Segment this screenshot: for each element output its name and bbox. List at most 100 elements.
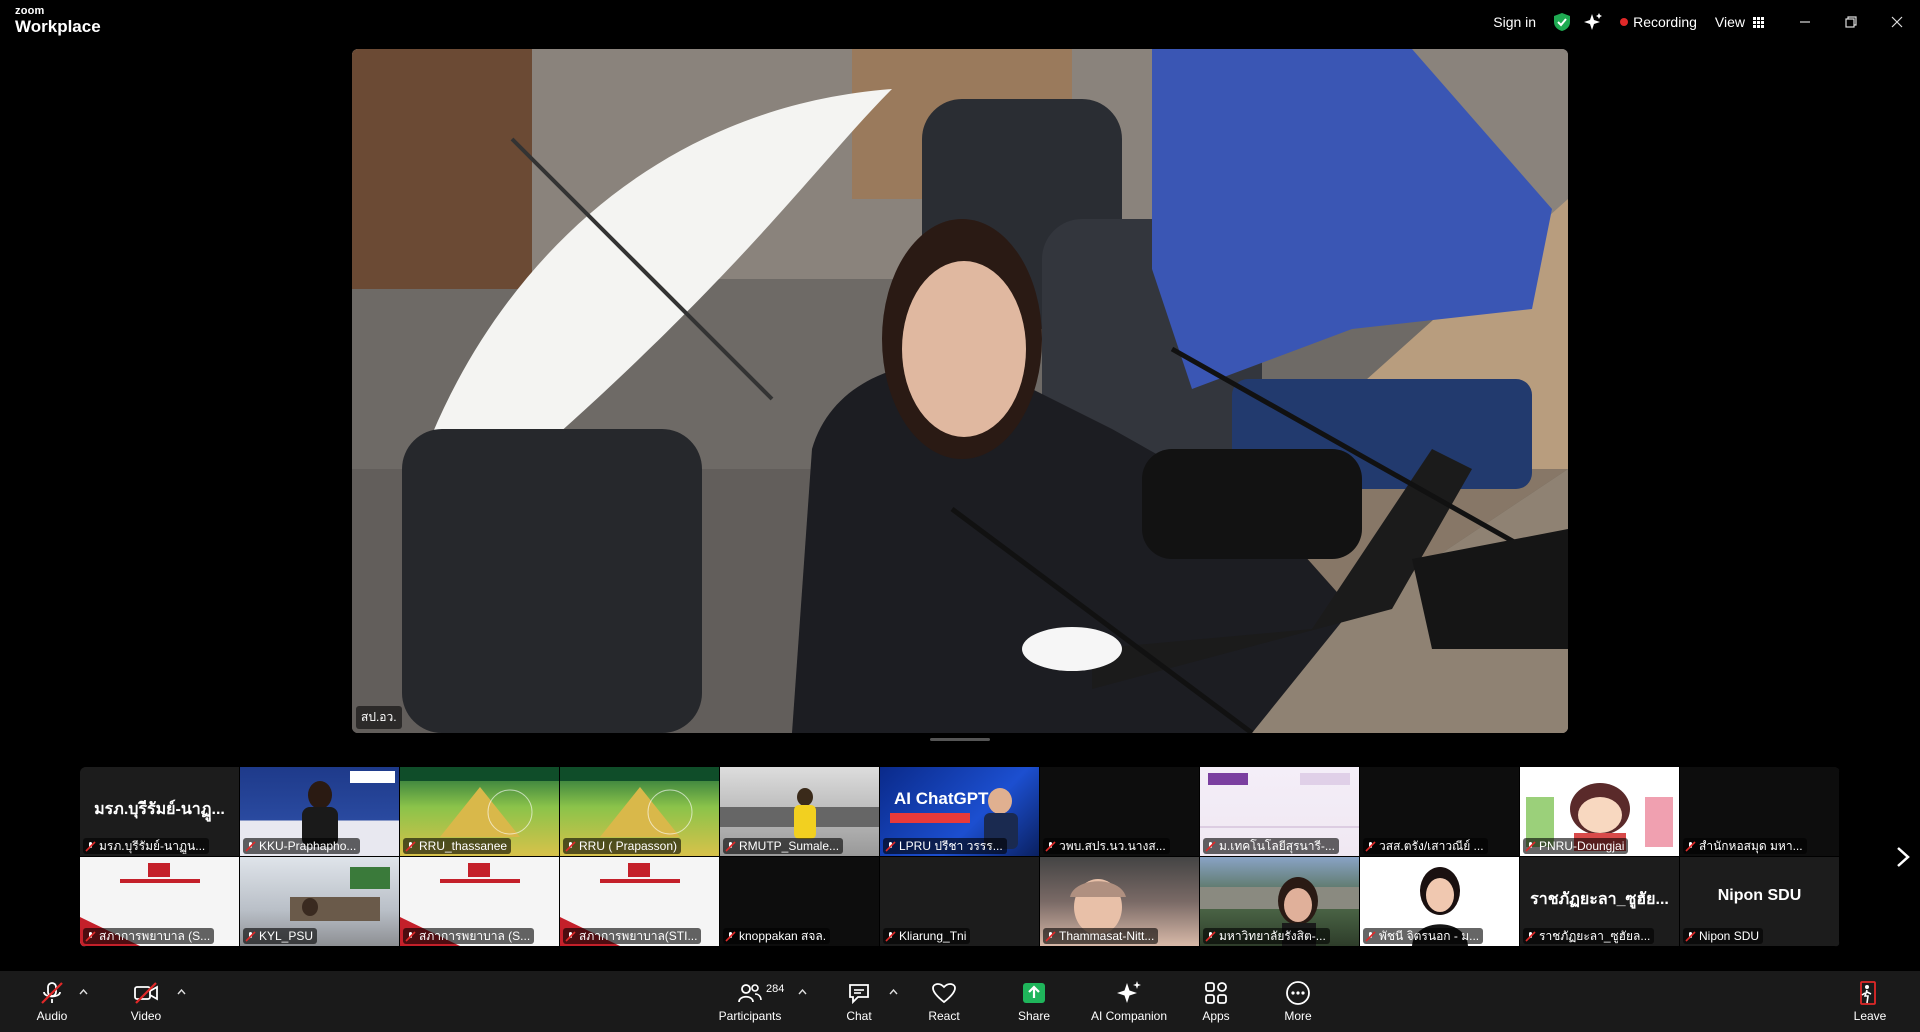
mic-muted-icon	[725, 930, 736, 942]
audio-options-caret[interactable]	[79, 987, 88, 998]
participant-tile[interactable]: สภาการพยาบาล (S...	[80, 857, 240, 947]
participant-name: มหาวิทยาลัยรังสิต-...	[1219, 928, 1326, 943]
share-button[interactable]: Share	[1012, 971, 1056, 1032]
participant-tile[interactable]: วสส.ตรัง/เสาวณีย์ ...	[1360, 767, 1520, 857]
participant-name: พัชนี จิตรนอก - ม...	[1379, 928, 1480, 943]
ai-companion-button[interactable]: AI Companion	[1088, 971, 1170, 1032]
participants-options-caret[interactable]	[798, 987, 807, 998]
participant-label: knoppakan สจล.	[723, 928, 831, 944]
resize-drag-handle[interactable]	[930, 738, 990, 741]
participant-label: วสส.ตรัง/เสาวณีย์ ...	[1363, 838, 1488, 854]
participant-label: สภาการพยาบาล(STI...	[563, 928, 702, 944]
logo-brand-bottom: Workplace	[15, 17, 101, 36]
participants-label: Participants	[718, 1009, 782, 1023]
leave-icon	[1860, 981, 1876, 1005]
participant-name: วพบ.สปร.นว.นางส...	[1059, 838, 1166, 853]
ai-sparkle-icon[interactable]	[1584, 13, 1603, 31]
participant-label: Thammasat-Nitt...	[1043, 928, 1159, 944]
participant-label: RRU ( Prapasson)	[563, 838, 682, 854]
chevron-up-icon	[177, 988, 186, 995]
participant-label: มรภ.บุรีรัมย์-นาฏูน...	[83, 838, 210, 854]
title-bar: zoom Workplace Sign in Recording View	[0, 0, 1920, 44]
participant-name: RMUTP_Sumale...	[739, 839, 840, 853]
participant-tile[interactable]: Kliarung_Tni	[880, 857, 1040, 947]
zoom-workplace-logo: zoom Workplace	[15, 6, 101, 36]
chevron-up-icon	[798, 988, 807, 995]
mic-muted-icon	[1525, 930, 1536, 942]
participant-name: RRU_thassanee	[419, 839, 508, 853]
participant-tile[interactable]: สภาการพยาบาล(STI...	[560, 857, 720, 947]
participant-label: ราชภัฏยะลา_ซูฮัยล...	[1523, 928, 1655, 944]
more-icon	[1286, 981, 1310, 1005]
participant-tile[interactable]: KYL_PSU	[240, 857, 400, 947]
speaker-video-frame	[352, 49, 1568, 733]
participant-name: มรภ.บุรีรัมย์-นาฏูน...	[99, 838, 206, 853]
mic-muted-icon	[1365, 840, 1376, 852]
more-button[interactable]: More	[1276, 971, 1320, 1032]
participant-tile[interactable]: Thammasat-Nitt...	[1040, 857, 1200, 947]
view-button[interactable]: View	[1715, 14, 1764, 30]
chat-options-caret[interactable]	[889, 987, 898, 998]
participant-label: LPRU ปรีชา วรรร...	[883, 838, 1007, 854]
sign-in-button[interactable]: Sign in	[1493, 14, 1536, 30]
participant-tile[interactable]: Nipon SDU Nipon SDU	[1680, 857, 1840, 947]
video-button[interactable]: Video	[124, 971, 168, 1032]
participants-icon	[738, 984, 762, 1003]
mic-muted-icon	[1045, 840, 1056, 852]
shield-check-icon[interactable]	[1554, 13, 1571, 31]
participant-tile[interactable]: มรภ.บุรีรัมย์-นาฏู... มรภ.บุรีรัมย์-นาฏู…	[80, 767, 240, 857]
apps-button[interactable]: Apps	[1194, 971, 1238, 1032]
participant-tile[interactable]: สภาการพยาบาล (S...	[400, 857, 560, 947]
mic-muted-icon	[405, 840, 416, 852]
heart-icon	[932, 983, 956, 1004]
leave-label: Leave	[1853, 1009, 1887, 1023]
audio-button[interactable]: Audio	[30, 971, 74, 1032]
participant-label: สภาการพยาบาล (S...	[403, 928, 535, 944]
react-button[interactable]: React	[922, 971, 966, 1032]
participant-name: ม.เทคโนโลยีสุรนารี-...	[1219, 838, 1335, 853]
meeting-toolbar: Audio Video Participants 284 Chat React …	[0, 971, 1920, 1032]
video-options-caret[interactable]	[177, 987, 186, 998]
participant-tile[interactable]: PNRU-Doungjai	[1520, 767, 1680, 857]
recording-indicator[interactable]: Recording	[1620, 14, 1697, 30]
gallery-next-page-button[interactable]	[1896, 846, 1910, 874]
participant-tile[interactable]: พัชนี จิตรนอก - ม...	[1360, 857, 1520, 947]
ai-companion-sparkle-icon	[1117, 981, 1141, 1003]
leave-button[interactable]: Leave	[1848, 971, 1892, 1032]
participant-label: สภาการพยาบาล (S...	[83, 928, 215, 944]
chat-button[interactable]: Chat	[837, 971, 881, 1032]
grid-view-icon	[1753, 16, 1764, 28]
mic-muted-icon	[1365, 930, 1376, 942]
mic-muted-icon	[1045, 930, 1056, 942]
mic-muted-icon	[565, 930, 576, 942]
participant-tile[interactable]: มหาวิทยาลัยรังสิต-...	[1200, 857, 1360, 947]
restore-button[interactable]	[1828, 0, 1874, 44]
participant-tile[interactable]: knoppakan สจล.	[720, 857, 880, 947]
share-label: Share	[1017, 1009, 1051, 1023]
participants-button[interactable]: Participants	[714, 971, 786, 1032]
participants-count: 284	[766, 983, 785, 995]
participant-name: RRU ( Prapasson)	[579, 839, 678, 853]
participant-label: วพบ.สปร.นว.นางส...	[1043, 838, 1170, 854]
chevron-up-icon	[79, 988, 88, 995]
participant-label: ม.เทคโนโลยีสุรนารี-...	[1203, 838, 1339, 854]
participant-tile[interactable]: RRU_thassanee	[400, 767, 560, 857]
participant-label: มหาวิทยาลัยรังสิต-...	[1203, 928, 1330, 944]
close-window-button[interactable]	[1874, 0, 1920, 44]
participant-label: สำนักหอสมุด มหา...	[1683, 838, 1807, 854]
mic-muted-icon	[245, 840, 256, 852]
participant-tile[interactable]: AI ChatGPT LPRU ปรีชา วรรร...	[880, 767, 1040, 857]
mic-muted-icon	[245, 930, 256, 942]
participant-tile[interactable]: สำนักหอสมุด มหา...	[1680, 767, 1840, 857]
active-speaker-video[interactable]: สป.อว.	[352, 49, 1568, 733]
participant-display-name: ราชภัฏยะลา_ซูฮัย...	[1530, 891, 1669, 908]
participant-tile[interactable]: ม.เทคโนโลยีสุรนารี-...	[1200, 767, 1360, 857]
participant-tile[interactable]: ราชภัฏยะลา_ซูฮัย... ราชภัฏยะลา_ซูฮัยล...	[1520, 857, 1680, 947]
participant-tile[interactable]: RMUTP_Sumale...	[720, 767, 880, 857]
participant-tile[interactable]: RRU ( Prapasson)	[560, 767, 720, 857]
minimize-button[interactable]	[1782, 0, 1828, 44]
participant-tile[interactable]: วพบ.สปร.นว.นางส...	[1040, 767, 1200, 857]
ai-companion-label: AI Companion	[1090, 1009, 1168, 1023]
participant-tile[interactable]: KKU-Praphapho...	[240, 767, 400, 857]
participant-name: ราชภัฏยะลา_ซูฮัยล...	[1539, 928, 1651, 943]
